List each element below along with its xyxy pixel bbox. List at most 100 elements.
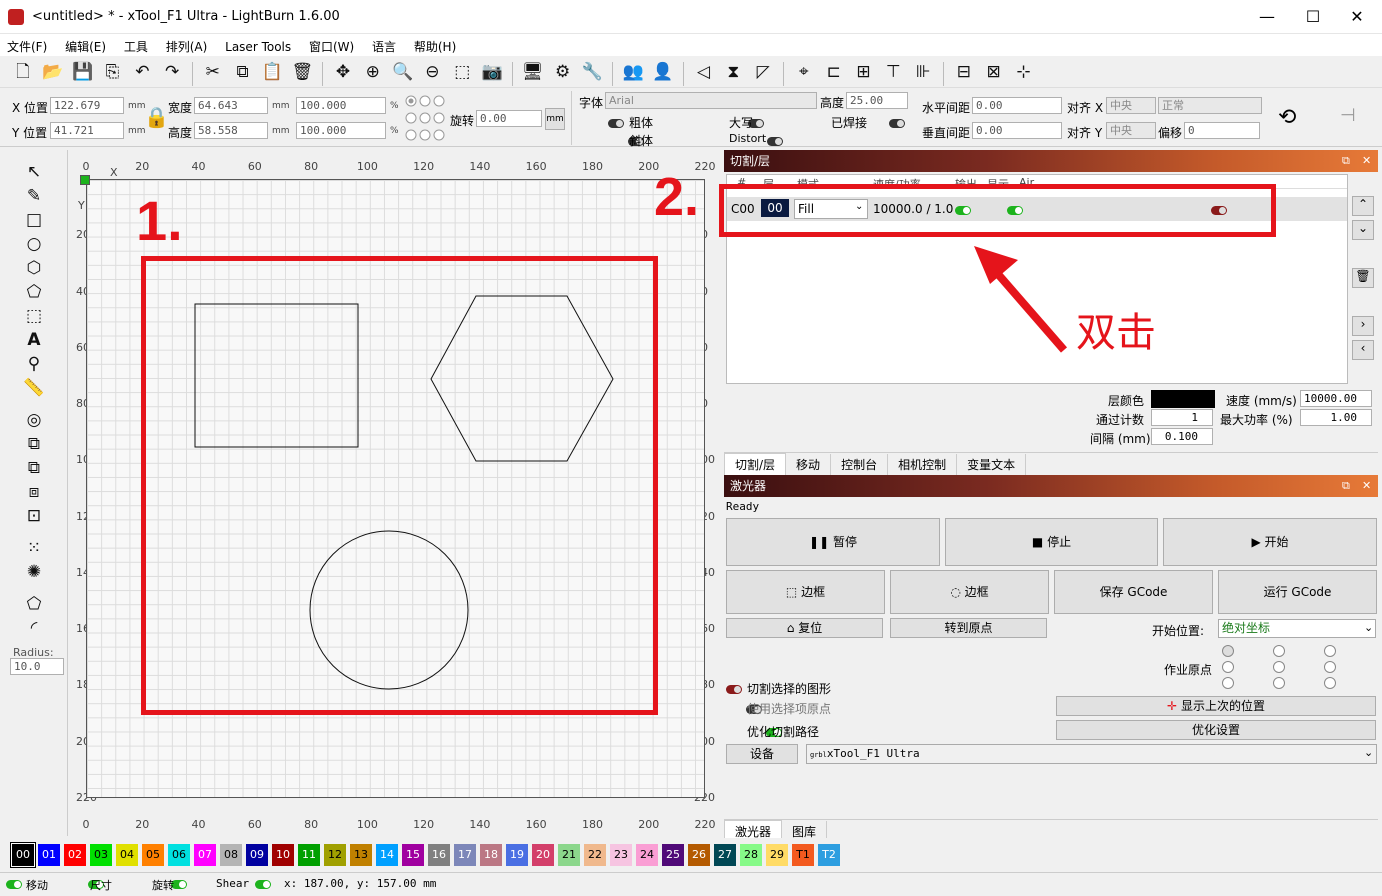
font-select[interactable]: Arial <box>605 92 817 109</box>
select-arrow-icon[interactable]: ↖ <box>0 160 68 184</box>
distort-toggle[interactable] <box>767 137 784 146</box>
align-middle-icon[interactable]: ⊪ <box>911 60 935 84</box>
y-pos-input[interactable]: 41.721 <box>50 122 124 139</box>
save-gcode-button[interactable]: 保存 GCode <box>1054 570 1213 614</box>
paste-icon[interactable]: 📋 <box>260 60 284 84</box>
unit-toggle-button[interactable]: mm <box>545 108 565 130</box>
radius-input[interactable]: 10.0 <box>10 658 64 675</box>
speed-input[interactable]: 10000.00 <box>1300 390 1372 407</box>
save-icon[interactable]: 💾 <box>71 60 95 84</box>
pause-button[interactable]: ❚❚ 暂停 <box>726 518 940 566</box>
align-x-select[interactable]: 中央 <box>1106 97 1156 114</box>
copy-icon[interactable]: ⧉ <box>231 60 255 84</box>
align-center-icon[interactable]: ⊞ <box>852 60 876 84</box>
optimization-settings-button[interactable]: 优化设置 <box>1056 720 1376 740</box>
tab-variable-text[interactable]: 变量文本 <box>957 454 1027 475</box>
anchor-grid[interactable] <box>404 94 446 142</box>
start-button[interactable]: ▶ 开始 <box>1163 518 1377 566</box>
node-edit-icon[interactable]: ⬠ <box>0 592 68 616</box>
expand-right-button[interactable]: › <box>1352 316 1374 336</box>
measure-icon[interactable]: 📏 <box>0 376 68 400</box>
grid-array-icon[interactable]: ⁙ <box>0 536 68 560</box>
move-down-button[interactable]: ⌄ <box>1352 220 1374 240</box>
ungroup-icon[interactable]: 👤 <box>651 60 675 84</box>
tab-move[interactable]: 移动 <box>786 454 832 475</box>
palette-swatch-26[interactable]: 26 <box>688 844 710 866</box>
cut-selected-toggle[interactable] <box>726 685 742 694</box>
passes-input[interactable]: 1 <box>1151 409 1213 426</box>
polygon-icon[interactable]: ⬡ <box>0 256 68 280</box>
offset-input[interactable]: 0 <box>1184 122 1260 139</box>
palette-swatch-02[interactable]: 02 <box>64 844 86 866</box>
tab-cuts-layers[interactable]: 切割/层 <box>724 453 787 475</box>
align-tool-icon[interactable]: ⊣ <box>1340 105 1356 126</box>
corner-radius-icon[interactable]: ◜ <box>0 616 68 640</box>
max-power-input[interactable]: 1.00 <box>1300 409 1372 426</box>
stop-button[interactable]: ■ 停止 <box>945 518 1158 566</box>
zoom-fit-icon[interactable]: ⊕ <box>361 60 385 84</box>
palette-swatch-15[interactable]: 15 <box>402 844 424 866</box>
close-button[interactable]: ✕ <box>1334 0 1380 34</box>
devices-button[interactable]: 设备 <box>726 744 798 764</box>
scale-h-input[interactable]: 100.000 <box>296 122 386 139</box>
palette-swatch-21[interactable]: 21 <box>558 844 580 866</box>
menu-laser-tools[interactable]: Laser Tools <box>218 36 298 58</box>
palette-swatch-14[interactable]: 14 <box>376 844 398 866</box>
palette-swatch-27[interactable]: 27 <box>714 844 736 866</box>
boolean-diff-icon[interactable]: ⧉ <box>0 456 68 480</box>
wrench-icon[interactable]: 🔧 <box>580 60 604 84</box>
palette-swatch-22[interactable]: 22 <box>584 844 606 866</box>
origin-radio-bl[interactable] <box>1222 677 1234 689</box>
rotate-input[interactable]: 0.00 <box>476 110 542 127</box>
frame-circle-button[interactable]: ◌ 边框 <box>890 570 1049 614</box>
export-icon[interactable]: ⎘ <box>100 60 124 84</box>
palette-swatch-20[interactable]: 20 <box>532 844 554 866</box>
palette-swatch-03[interactable]: 03 <box>90 844 112 866</box>
group-icon[interactable]: 👥 <box>621 60 645 84</box>
palette-swatch-07[interactable]: 07 <box>194 844 216 866</box>
palette-swatch-29[interactable]: 29 <box>766 844 788 866</box>
palette-swatch-25[interactable]: 25 <box>662 844 684 866</box>
goto-origin-button[interactable]: 转到原点 <box>890 618 1047 638</box>
palette-swatch-18[interactable]: 18 <box>480 844 502 866</box>
run-gcode-button[interactable]: 运行 GCode <box>1218 570 1377 614</box>
palette-swatch-17[interactable]: 17 <box>454 844 476 866</box>
distribute-h-icon[interactable]: ⊟ <box>952 60 976 84</box>
palette-swatch-19[interactable]: 19 <box>506 844 528 866</box>
device-select[interactable]: grblxTool_F1 Ultra <box>806 744 1377 764</box>
palette-swatch-13[interactable]: 13 <box>350 844 372 866</box>
palette-swatch-05[interactable]: 05 <box>142 844 164 866</box>
move-up-button[interactable]: ⌃ <box>1352 196 1374 216</box>
align-y-select[interactable]: 中央 <box>1106 122 1156 139</box>
interval-input[interactable]: 0.100 <box>1151 428 1213 445</box>
palette-swatch-09[interactable]: 09 <box>246 844 268 866</box>
distribute-spacing-icon[interactable]: ⊹ <box>1011 60 1035 84</box>
zoom-in-icon[interactable]: 🔍 <box>391 60 415 84</box>
select-frame-icon[interactable]: ⬚ <box>450 60 474 84</box>
palette-swatch-11[interactable]: 11 <box>298 844 320 866</box>
width-input[interactable]: 64.643 <box>194 97 268 114</box>
palette-swatch-23[interactable]: 23 <box>610 844 632 866</box>
v-spacing-input[interactable]: 0.00 <box>972 122 1062 139</box>
delete-layer-button[interactable]: 🗑 <box>1352 268 1374 288</box>
scale-w-input[interactable]: 100.000 <box>296 97 386 114</box>
delete-icon[interactable]: 🗑 <box>290 60 314 84</box>
shear-toggle[interactable] <box>254 880 271 889</box>
origin-radio-ml[interactable] <box>1222 661 1234 673</box>
align-top-icon[interactable]: ⊤ <box>881 60 905 84</box>
show-last-position-button[interactable]: ✛ 显示上次的位置 <box>1056 696 1376 716</box>
origin-radio-tl[interactable] <box>1222 645 1234 657</box>
palette-swatch-00[interactable]: 00 <box>11 843 35 867</box>
maximize-button[interactable]: ☐ <box>1290 0 1336 34</box>
pan-icon[interactable]: ✥ <box>331 60 355 84</box>
position-pin-icon[interactable]: ⚲ <box>0 352 68 376</box>
undock-icon[interactable]: ⧉ <box>1342 475 1350 497</box>
collapse-left-button[interactable]: ‹ <box>1352 340 1374 360</box>
palette-swatch-24[interactable]: 24 <box>636 844 658 866</box>
boolean-union-icon[interactable]: ⧉ <box>0 432 68 456</box>
frame-icon[interactable]: ⬚ <box>0 304 68 328</box>
settings-gear-icon[interactable]: ⚙ <box>551 60 575 84</box>
origin-radio-mr[interactable] <box>1324 661 1336 673</box>
palette-swatch-06[interactable]: 06 <box>168 844 190 866</box>
palette-swatch-08[interactable]: 08 <box>220 844 242 866</box>
